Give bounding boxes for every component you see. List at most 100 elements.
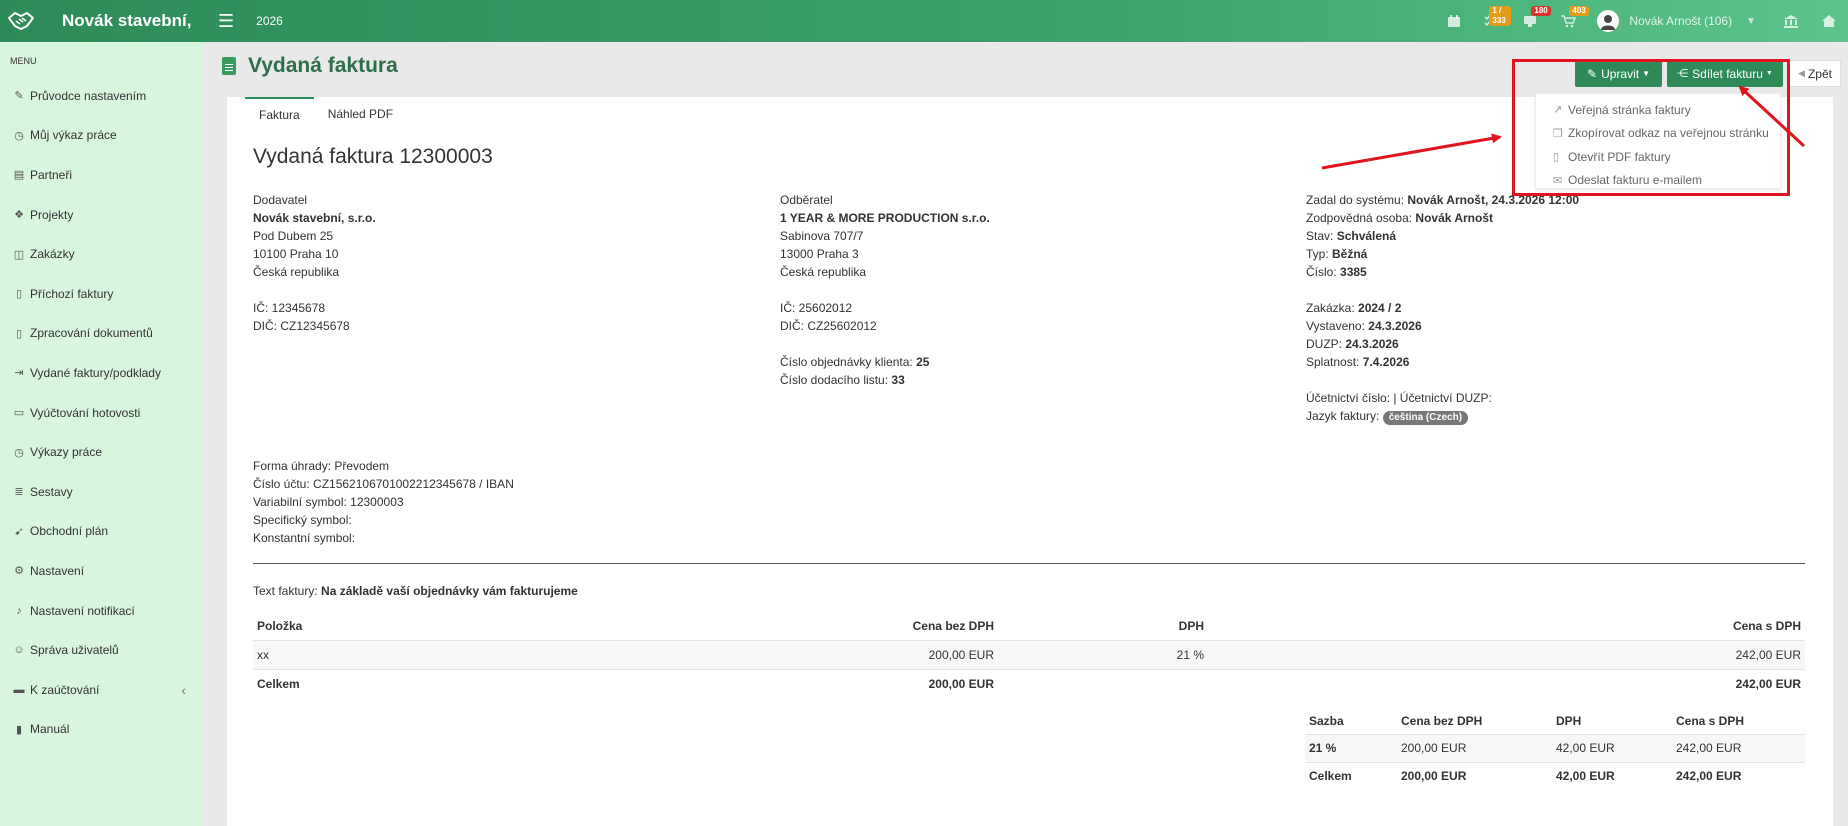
rate-value: 21 %	[1305, 734, 1397, 762]
customer-street: Sabinova 707/7	[780, 229, 864, 243]
language-label: Jazyk faktury:	[1306, 409, 1383, 423]
sidebar-item-nastaven-notifikac-[interactable]: ♪ Nastavení notifikací	[0, 591, 204, 631]
variable-symbol: Variabilní symbol: 12300003	[253, 495, 404, 509]
rates-header-row: Sazba Cena bez DPH DPH Cena s DPH	[1305, 707, 1805, 735]
invoice-meta-block: Zadal do systému: Novák Arnošt, 24.3.202…	[1306, 191, 1579, 425]
items-header-item: Položka	[257, 619, 303, 633]
external-link-icon: ↗	[1553, 104, 1563, 117]
user-avatar[interactable]	[1597, 10, 1620, 32]
edit-button-label: Upravit	[1601, 66, 1640, 81]
items-total-vat	[998, 668, 1208, 698]
sidebar-item-m-j-v-kaz-pr-ce[interactable]: ◷ Můj výkaz práce	[0, 116, 204, 156]
home-icon[interactable]	[1810, 0, 1848, 42]
tab-pdf-preview[interactable]: Náhled PDF	[314, 97, 407, 131]
state-label: Stav:	[1306, 229, 1337, 243]
supplier-street: Pod Dubem 25	[253, 229, 334, 243]
chevron-down-icon: ▼	[1642, 69, 1650, 78]
calendar-icon[interactable]	[1435, 0, 1473, 42]
money-icon: ▭	[13, 407, 25, 420]
edit-button[interactable]: ✎ Upravit ▼	[1575, 60, 1662, 87]
menu-item-open-pdf[interactable]: ▯ Otevřít PDF faktury	[1536, 145, 1780, 169]
invoice-document-icon	[222, 57, 236, 75]
share-button-label: Sdílet fakturu	[1692, 66, 1763, 81]
number-value: 3385	[1340, 265, 1367, 279]
sidebar-item-label: Výkazy práce	[30, 445, 103, 460]
payment-block: Forma úhrady: Převodem Číslo účtu: CZ156…	[253, 457, 514, 547]
hamburger-menu-icon[interactable]: ☰	[218, 11, 234, 32]
rates-header-vat: DPH	[1556, 713, 1582, 728]
issued-value: 24.3.2026	[1368, 319, 1422, 333]
duzp-value: 24.3.2026	[1345, 337, 1399, 351]
rates-header-gross: Cena s DPH	[1676, 713, 1745, 728]
share-icon: ⋲	[1677, 68, 1689, 80]
supplier-block: Dodavatel Novák stavební, s.r.o. Pod Dub…	[253, 191, 376, 335]
sidebar-item-v-kazy-pr-ce[interactable]: ◷ Výkazy práce	[0, 432, 204, 472]
share-invoice-button[interactable]: ⋲ Sdílet fakturu ▼	[1667, 60, 1783, 87]
bank-icon[interactable]	[1772, 0, 1810, 42]
gears-icon: ⚙	[14, 565, 24, 578]
vat-rates-table: Sazba Cena bez DPH DPH Cena s DPH 21 % 2…	[1305, 707, 1805, 790]
rates-total-label: Celkem	[1305, 761, 1397, 790]
entered-label: Zadal do systému:	[1306, 193, 1408, 207]
sidebar-item-vy-tov-n-hotovosti[interactable]: ▭ Vyúčtování hotovosti	[0, 393, 204, 433]
rates-total-row: Celkem 200,00 EUR 42,00 EUR 242,00 EUR	[1305, 761, 1805, 790]
issued-label: Vystaveno:	[1306, 319, 1369, 333]
menu-item-send-email[interactable]: ✉ Odeslat fakturu e-mailem	[1536, 169, 1780, 193]
duzp-label: DUZP:	[1306, 337, 1346, 351]
items-header-row: Položka Cena bez DPH DPH Cena s DPH	[253, 612, 1805, 641]
sidebar-item-p-choz-faktury[interactable]: ▯ Příchozí faktury	[0, 274, 204, 314]
sidebar-item-vydan-faktury-podklady[interactable]: ⇥ Vydané faktury/podklady	[0, 353, 204, 393]
sidebar-item-label: Můj výkaz práce	[30, 128, 117, 143]
back-button[interactable]: ◀ Zpět	[1789, 60, 1841, 87]
rates-header-net: Cena bez DPH	[1401, 713, 1483, 728]
tasks-icon[interactable]: 1 / 333	[1473, 0, 1512, 42]
tab-invoice[interactable]: Faktura	[245, 97, 314, 131]
items-total-label: Celkem	[253, 668, 813, 698]
bell-icon: ♪	[16, 604, 22, 617]
year-selector[interactable]: 2026	[256, 14, 283, 28]
responsible-label: Zodpovědná osoba:	[1306, 211, 1416, 225]
chevron-left-icon[interactable]: ‹	[181, 682, 186, 698]
pencil-icon: ✎	[1587, 66, 1598, 81]
brand[interactable]: Novák stavební,	[0, 0, 204, 42]
sidebar-item-nastaven-[interactable]: ⚙ Nastavení	[0, 551, 204, 591]
sidebar-item-spr-va-u-ivatel-[interactable]: ☺ Správa uživatelů	[0, 630, 204, 670]
book-icon: ▮	[15, 723, 23, 736]
brand-name: Novák stavební,	[62, 11, 192, 30]
client-order-label: Číslo objednávky klienta:	[780, 355, 917, 369]
item-price-net: 200,00 EUR	[813, 640, 998, 669]
user-name[interactable]: Novák Arnošt (106)	[1629, 14, 1732, 28]
sidebar-item-k-za-tov-n-[interactable]: ▬ K zaúčtování ‹	[0, 670, 204, 710]
sidebar-item-obchodn-pl-n[interactable]: ➹ Obchodní plán	[0, 512, 204, 552]
top-right-controls: 1 / 333 180 403 Novák Arnošt (106) ▼	[1435, 0, 1848, 42]
sidebar-item-sestavy[interactable]: ≣ Sestavy	[0, 472, 204, 512]
rate-gross: 242,00 EUR	[1672, 734, 1805, 762]
customer-block: Odběratel 1 YEAR & MORE PRODUCTION s.r.o…	[780, 191, 990, 389]
sidebar-item-label: Příchozí faktury	[30, 286, 114, 301]
sidebar-item-label: K zaúčtování	[30, 682, 100, 697]
page-title: Vydaná faktura	[248, 54, 398, 77]
items-header-vat: DPH	[1178, 619, 1204, 633]
order-label: Zakázka:	[1306, 301, 1359, 315]
sidebar-item-partne-i[interactable]: ▤ Partneři	[0, 155, 204, 195]
menu-item-copy-link[interactable]: ❐ Zkopírovat odkaz na veřejnou stránku	[1536, 122, 1780, 146]
wand-icon: ✎	[14, 90, 24, 103]
rate-net: 200,00 EUR	[1397, 734, 1552, 762]
sidebar-item-label: Zakázky	[30, 247, 75, 262]
cart-icon[interactable]: 403	[1549, 0, 1589, 42]
menu-item-label: Zkopírovat odkaz na veřejnou stránku	[1568, 126, 1769, 141]
sidebar-item-manu-l[interactable]: ▮ Manuál	[0, 710, 204, 750]
due-value: 7.4.2026	[1362, 355, 1410, 369]
sidebar-item-zak-zky[interactable]: ◫ Zakázky	[0, 234, 204, 274]
item-vat: 21 %	[998, 640, 1208, 669]
user-menu-chevron-down-icon[interactable]: ▼	[1746, 16, 1756, 27]
menu-item-public-page[interactable]: ↗ Veřejná stránka faktury	[1536, 98, 1780, 122]
notifications-icon[interactable]: 180	[1511, 0, 1551, 42]
sidebar-item-label: Obchodní plán	[30, 524, 109, 539]
sidebar-item-projekty[interactable]: ❖ Projekty	[0, 195, 204, 235]
sidebar-item-zpracov-n-dokument-[interactable]: ▯ Zpracování dokumentů	[0, 314, 204, 354]
list-icon: ≣	[14, 486, 24, 499]
sidebar-item-pr-vodce-nastaven-m[interactable]: ✎ Průvodce nastavením	[0, 76, 204, 116]
back-button-label: Zpět	[1807, 66, 1832, 81]
share-dropdown-menu: ↗ Veřejná stránka faktury ❐ Zkopírovat o…	[1535, 93, 1781, 189]
